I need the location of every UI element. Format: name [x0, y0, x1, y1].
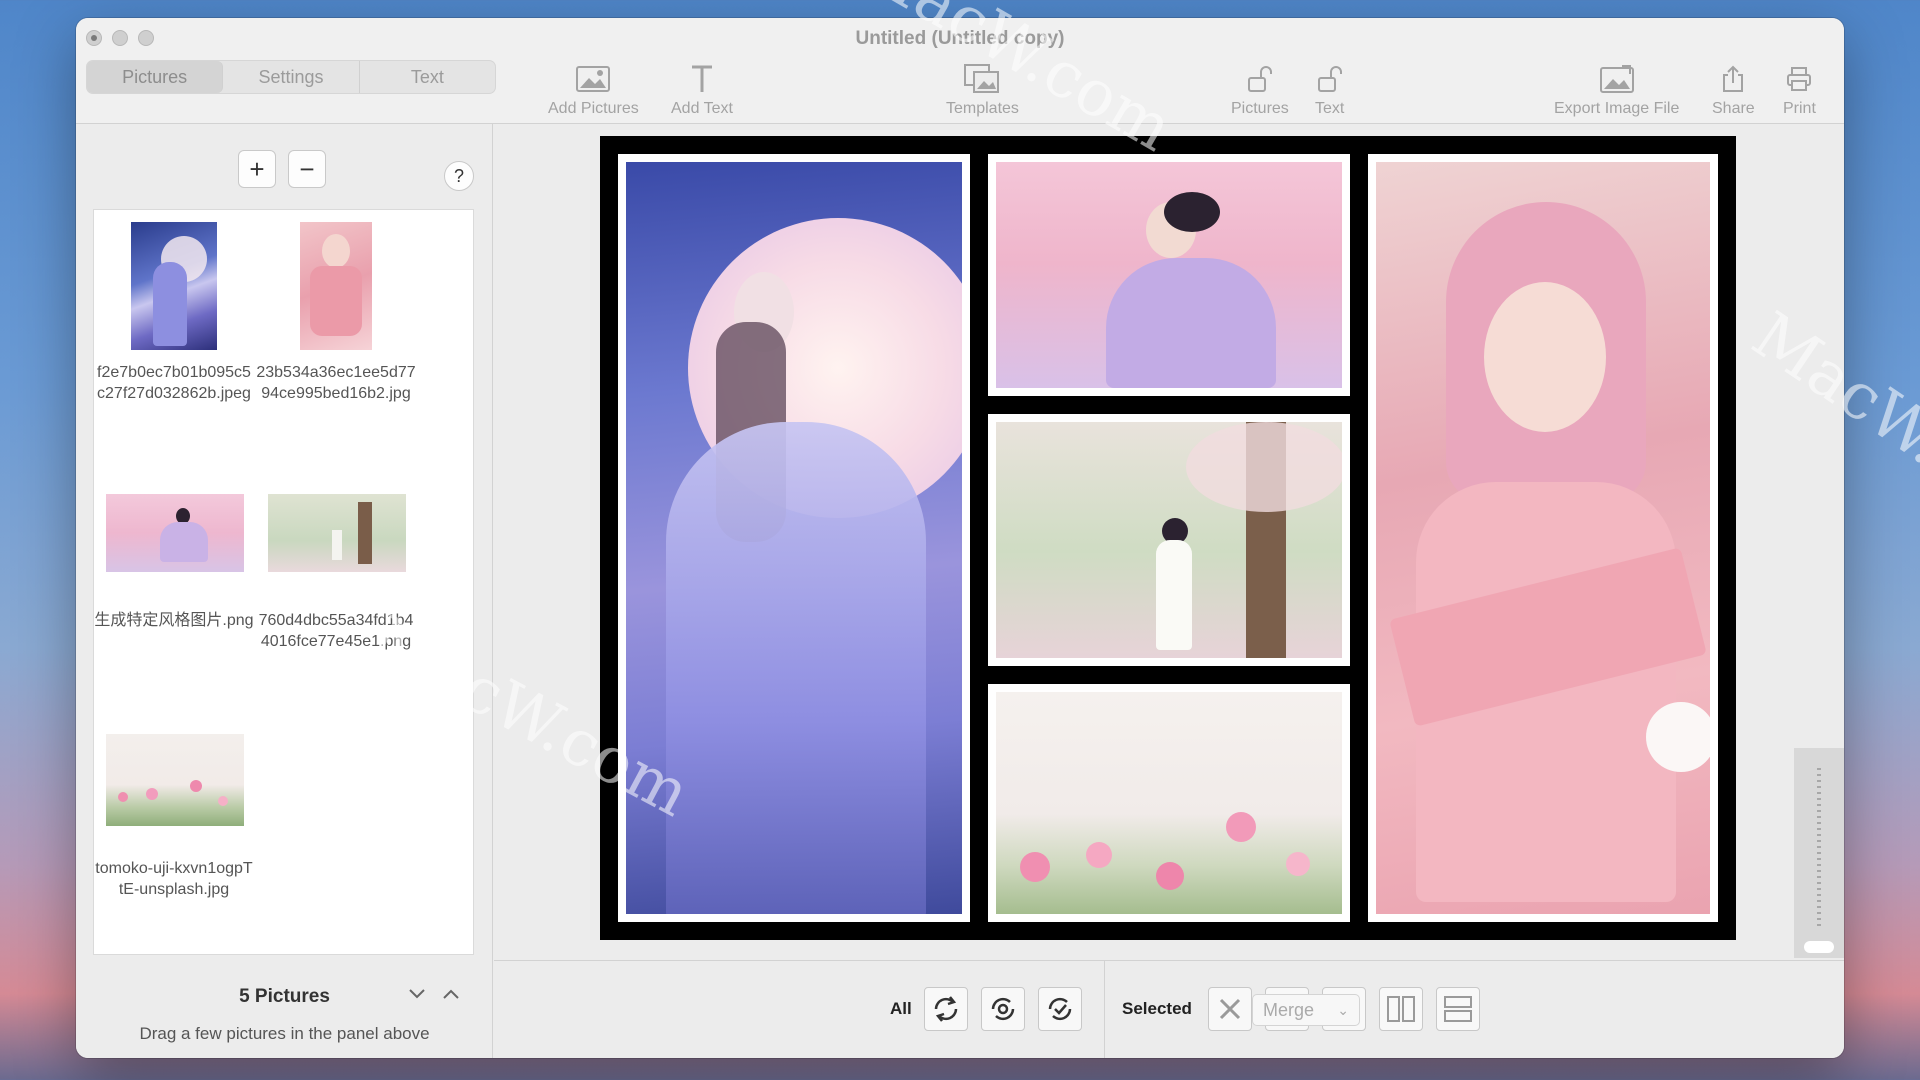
- add-pictures-button[interactable]: Add Pictures: [548, 62, 639, 118]
- picture-filename: 生成特定风格图片.png: [94, 612, 254, 629]
- drag-hint: Drag a few pictures in the panel above: [139, 1024, 430, 1043]
- collage-photo: [996, 692, 1342, 914]
- remove-picture-button[interactable]: −: [288, 150, 326, 188]
- zoom-slider-knob[interactable]: [1804, 941, 1834, 953]
- zoom-slider-track: [1817, 768, 1821, 928]
- rotate-check-icon: [1048, 997, 1072, 1021]
- picture-filename: f2e7b0ec7b01b095c5c27f27d032862b.jpeg: [97, 364, 251, 402]
- add-text-button[interactable]: Add Text: [671, 62, 733, 118]
- collage-photo-cell[interactable]: [988, 414, 1350, 666]
- picture-thumbnail: [106, 494, 244, 572]
- add-picture-button[interactable]: +: [238, 150, 276, 188]
- bottom-toolbar: All Selected Merge ⌄: [494, 960, 1844, 1058]
- mode-segmented-control: Pictures Settings Text: [86, 60, 496, 94]
- all-label: All: [890, 999, 912, 1018]
- tab-settings[interactable]: Settings: [223, 61, 360, 93]
- add-text-label: Add Text: [671, 100, 733, 117]
- picture-count: 5 Pictures: [239, 986, 330, 1007]
- printer-icon: [1783, 62, 1816, 96]
- toolbar: Untitled (Untitled copy) Pictures Settin…: [76, 18, 1844, 124]
- picture-filename: tomoko-uji-kxvn1ogpTtE-unsplash.jpg: [95, 860, 253, 898]
- templates-button[interactable]: Templates: [946, 62, 1019, 118]
- collage-photo: [1376, 162, 1710, 914]
- share-label: Share: [1712, 100, 1755, 117]
- print-label: Print: [1783, 100, 1816, 117]
- remove-selected-button[interactable]: [1208, 987, 1252, 1031]
- share-button[interactable]: Share: [1712, 62, 1755, 118]
- collage-photo-cell[interactable]: [988, 154, 1350, 396]
- unlock-icon: [1315, 62, 1344, 96]
- export-photo-icon: [1554, 62, 1679, 96]
- add-pictures-label: Add Pictures: [548, 100, 639, 117]
- collage-canvas-area: [494, 124, 1844, 960]
- collage-photo: [996, 162, 1342, 388]
- lock-text-button[interactable]: Text: [1315, 62, 1344, 118]
- tab-text[interactable]: Text: [360, 61, 495, 93]
- collage-photo: [626, 162, 962, 914]
- split-vertical-button[interactable]: [1379, 987, 1423, 1031]
- lock-text-label: Text: [1315, 100, 1345, 117]
- rotate-all-random-button[interactable]: [981, 987, 1025, 1031]
- picture-thumbnail: [268, 494, 406, 572]
- lock-pictures-button[interactable]: Pictures: [1231, 62, 1289, 118]
- toolbar-divider: [1104, 961, 1105, 1058]
- rotate-all-reset-button[interactable]: [1038, 987, 1082, 1031]
- picture-filename: 760d4dbc55a34fd1b44016fce77e45e1.png: [258, 612, 414, 650]
- window-title: Untitled (Untitled copy): [855, 28, 1065, 49]
- lock-pictures-label: Pictures: [1231, 100, 1289, 117]
- selected-label: Selected: [1122, 999, 1192, 1018]
- picture-filename: 23b534a36ec1ee5d7794ce995bed16b2.jpg: [256, 364, 416, 402]
- collage-photo-cell[interactable]: [988, 684, 1350, 922]
- export-image-button[interactable]: Export Image File: [1554, 62, 1679, 118]
- picture-thumbnail: [300, 222, 372, 350]
- collage-photo: [996, 422, 1342, 658]
- merge-label: Merge: [1263, 1000, 1315, 1020]
- merge-dropdown[interactable]: Merge ⌄: [1252, 994, 1360, 1026]
- templates-icon: [946, 62, 1019, 96]
- templates-label: Templates: [946, 100, 1019, 117]
- chevron-up-icon[interactable]: [442, 984, 460, 1005]
- picture-thumbnail: [131, 222, 217, 350]
- tab-pictures[interactable]: Pictures: [87, 61, 224, 93]
- rotate-dot-icon: [991, 997, 1015, 1021]
- export-image-label: Export Image File: [1554, 100, 1680, 117]
- help-button[interactable]: ?: [444, 161, 474, 191]
- app-window: Untitled (Untitled copy) Pictures Settin…: [76, 18, 1844, 1058]
- collage-canvas[interactable]: [600, 136, 1736, 940]
- chevron-down-icon[interactable]: [408, 984, 426, 1005]
- collage-photo-cell[interactable]: [618, 154, 970, 922]
- split-rows-icon: [1444, 996, 1472, 1022]
- rotate-icon: [934, 996, 958, 1022]
- close-icon: [1219, 998, 1241, 1020]
- picture-library[interactable]: f2e7b0ec7b01b095c5c27f27d032862b.jpeg 23…: [93, 209, 474, 955]
- unlock-icon: [1231, 62, 1289, 96]
- picture-thumbnail: [106, 734, 244, 826]
- split-horizontal-button[interactable]: [1436, 987, 1480, 1031]
- collage-photo-cell[interactable]: [1368, 154, 1718, 922]
- pictures-sidebar: + − ? f2e7b0ec7b01b095c5c27f27d032862b.j…: [76, 124, 493, 1058]
- print-button[interactable]: Print: [1783, 62, 1816, 118]
- zoom-slider[interactable]: [1794, 748, 1844, 958]
- chevron-down-icon: ⌄: [1337, 1002, 1349, 1018]
- share-icon: [1712, 62, 1755, 96]
- rotate-all-left-button[interactable]: [924, 987, 968, 1031]
- photo-icon: [548, 62, 639, 96]
- text-t-icon: [671, 62, 733, 96]
- split-columns-icon: [1387, 996, 1415, 1022]
